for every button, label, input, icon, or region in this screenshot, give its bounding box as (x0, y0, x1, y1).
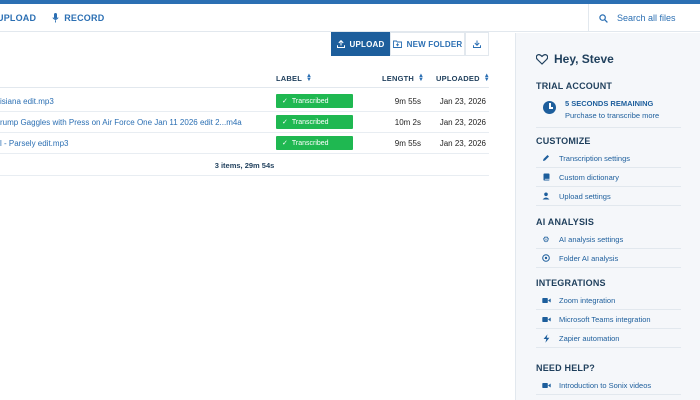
sidebar-item-label: AI analysis settings (559, 234, 624, 244)
nav-record-link[interactable]: RECORD (52, 13, 104, 23)
file-name-link[interactable]: l - Parsely edit.mp3 (0, 133, 68, 154)
sidebar-item-custom-dictionary[interactable]: Custom dictionary (536, 168, 681, 187)
video-camera-icon (540, 382, 552, 389)
greeting-text: Hey, Steve (554, 52, 614, 66)
sidebar-item-intro-videos[interactable]: Introduction to Sonix videos (536, 376, 681, 395)
new-folder-button-label: NEW FOLDER (406, 39, 463, 49)
trial-info[interactable]: 5 SECONDS REMAINING Purchase to transcri… (536, 96, 696, 124)
check-icon: ✓ (282, 119, 288, 126)
table-summary: 3 items, 29m 54s (0, 155, 489, 176)
right-sidebar: Hey, Steve TRIAL ACCOUNT 5 SECONDS REMAI… (515, 33, 700, 400)
sidebar-item-upload-settings[interactable]: Upload settings (536, 187, 681, 206)
file-uploaded-date: Jan 23, 2026 (439, 97, 486, 106)
search-box[interactable] (588, 4, 700, 32)
sort-icon: ▲ ▼ (306, 73, 313, 83)
download-icon (473, 40, 481, 48)
status-badge-text: Transcribed (291, 118, 329, 126)
search-icon (599, 13, 608, 23)
column-header-length-text: LENGTH (382, 73, 415, 83)
column-header-label-text: LABEL (276, 73, 302, 83)
help-section-title: NEED HELP? (536, 363, 596, 373)
nav-record-label: RECORD (64, 13, 105, 23)
sidebar-item-label: Upload settings (559, 191, 611, 201)
sort-icon: ▲ ▼ (483, 73, 490, 83)
nav-upload-label: UPLOAD (0, 13, 37, 23)
search-input[interactable] (617, 13, 687, 23)
file-length: 9m 55s (394, 97, 421, 106)
pen-icon (540, 154, 552, 162)
top-bar: UPLOAD RECORD (0, 4, 700, 32)
status-badge[interactable]: ✓ Transcribed (276, 136, 353, 150)
sidebar-item-label: Zapier automation (559, 333, 620, 343)
column-header-uploaded-text: UPLOADED (436, 73, 480, 83)
sidebar-item-label: Introduction to Sonix videos (559, 380, 652, 390)
ai-analysis-section-title: AI ANALYSIS (536, 217, 595, 227)
trial-remaining: 5 SECONDS REMAINING (565, 99, 654, 108)
ai-globe-icon (540, 254, 552, 262)
table-row[interactable]: rump Gaggles with Press on Air Force One… (0, 112, 489, 133)
gear-icon: ⚙ (542, 234, 550, 244)
heart-icon (536, 53, 548, 65)
file-uploaded-date: Jan 23, 2026 (439, 139, 486, 148)
column-header-length[interactable]: LENGTH ▲ ▼ (382, 68, 424, 88)
file-uploaded-date: Jan 23, 2026 (439, 118, 486, 127)
purchase-link[interactable]: Purchase to transcribe more (565, 111, 659, 120)
file-length: 10m 2s (394, 118, 421, 127)
nav-upload-link[interactable]: UPLOAD (0, 13, 36, 23)
sidebar-item-folder-ai-analysis[interactable]: Folder AI analysis (536, 249, 681, 268)
sidebar-item-label: Microsoft Teams integration (559, 314, 651, 324)
column-header-label[interactable]: LABEL ▲ ▼ (276, 68, 312, 88)
sidebar-item-zoom-integration[interactable]: Zoom integration (536, 291, 681, 310)
file-name-link[interactable]: rump Gaggles with Press on Air Force One… (0, 112, 242, 133)
customize-section-title: CUSTOMIZE (536, 136, 591, 146)
new-folder-button[interactable]: NEW FOLDER (390, 32, 465, 56)
folder-plus-icon (392, 40, 402, 48)
book-icon (540, 173, 552, 181)
status-badge-text: Transcribed (291, 97, 329, 105)
table-row[interactable]: l - Parsely edit.mp3 ✓ Transcribed 9m 55s… (0, 133, 489, 154)
integrations-section-title: INTEGRATIONS (536, 278, 606, 288)
upload-icon (336, 40, 345, 48)
user-upload-icon (540, 192, 552, 200)
microphone-icon (52, 13, 59, 23)
sidebar-item-label: Folder AI analysis (559, 253, 619, 263)
top-nav: UPLOAD RECORD (0, 4, 120, 32)
sidebar-item-zapier-automation[interactable]: Zapier automation (536, 329, 681, 348)
file-length: 9m 55s (394, 139, 421, 148)
table-row[interactable]: isiana edit.mp3 ✓ Transcribed 9m 55s Jan … (0, 91, 489, 112)
file-toolbar: UPLOAD NEW FOLDER (0, 32, 515, 56)
sidebar-item-label: Transcription settings (559, 153, 631, 163)
sidebar-item-label: Zoom integration (559, 295, 616, 305)
sidebar-item-ai-analysis-settings[interactable]: ⚙ AI analysis settings (536, 230, 681, 249)
check-icon: ✓ (282, 98, 288, 105)
greeting: Hey, Steve (536, 52, 614, 66)
status-badge-text: Transcribed (291, 139, 329, 147)
clock-icon (543, 101, 556, 114)
video-camera-icon (540, 297, 552, 304)
status-badge[interactable]: ✓ Transcribed (276, 115, 353, 129)
sidebar-item-transcription-settings[interactable]: Transcription settings (536, 149, 681, 168)
status-badge[interactable]: ✓ Transcribed (276, 94, 353, 108)
sidebar-item-teams-integration[interactable]: Microsoft Teams integration (536, 310, 681, 329)
sort-icon: ▲ ▼ (418, 73, 425, 83)
file-name-link[interactable]: isiana edit.mp3 (0, 91, 54, 112)
check-icon: ✓ (282, 140, 288, 147)
lightning-bolt-icon (540, 333, 552, 343)
files-table-header: LABEL ▲ ▼ LENGTH ▲ ▼ UPLOADED ▲ ▼ (0, 68, 490, 88)
upload-button-label: UPLOAD (349, 39, 385, 49)
download-button[interactable] (465, 32, 489, 56)
video-camera-icon (540, 316, 552, 323)
sidebar-item-label: Custom dictionary (559, 172, 620, 182)
upload-button[interactable]: UPLOAD (331, 32, 390, 56)
trial-section-title: TRIAL ACCOUNT (536, 81, 613, 91)
column-header-uploaded[interactable]: UPLOADED ▲ ▼ (436, 68, 490, 88)
divider (536, 127, 681, 128)
